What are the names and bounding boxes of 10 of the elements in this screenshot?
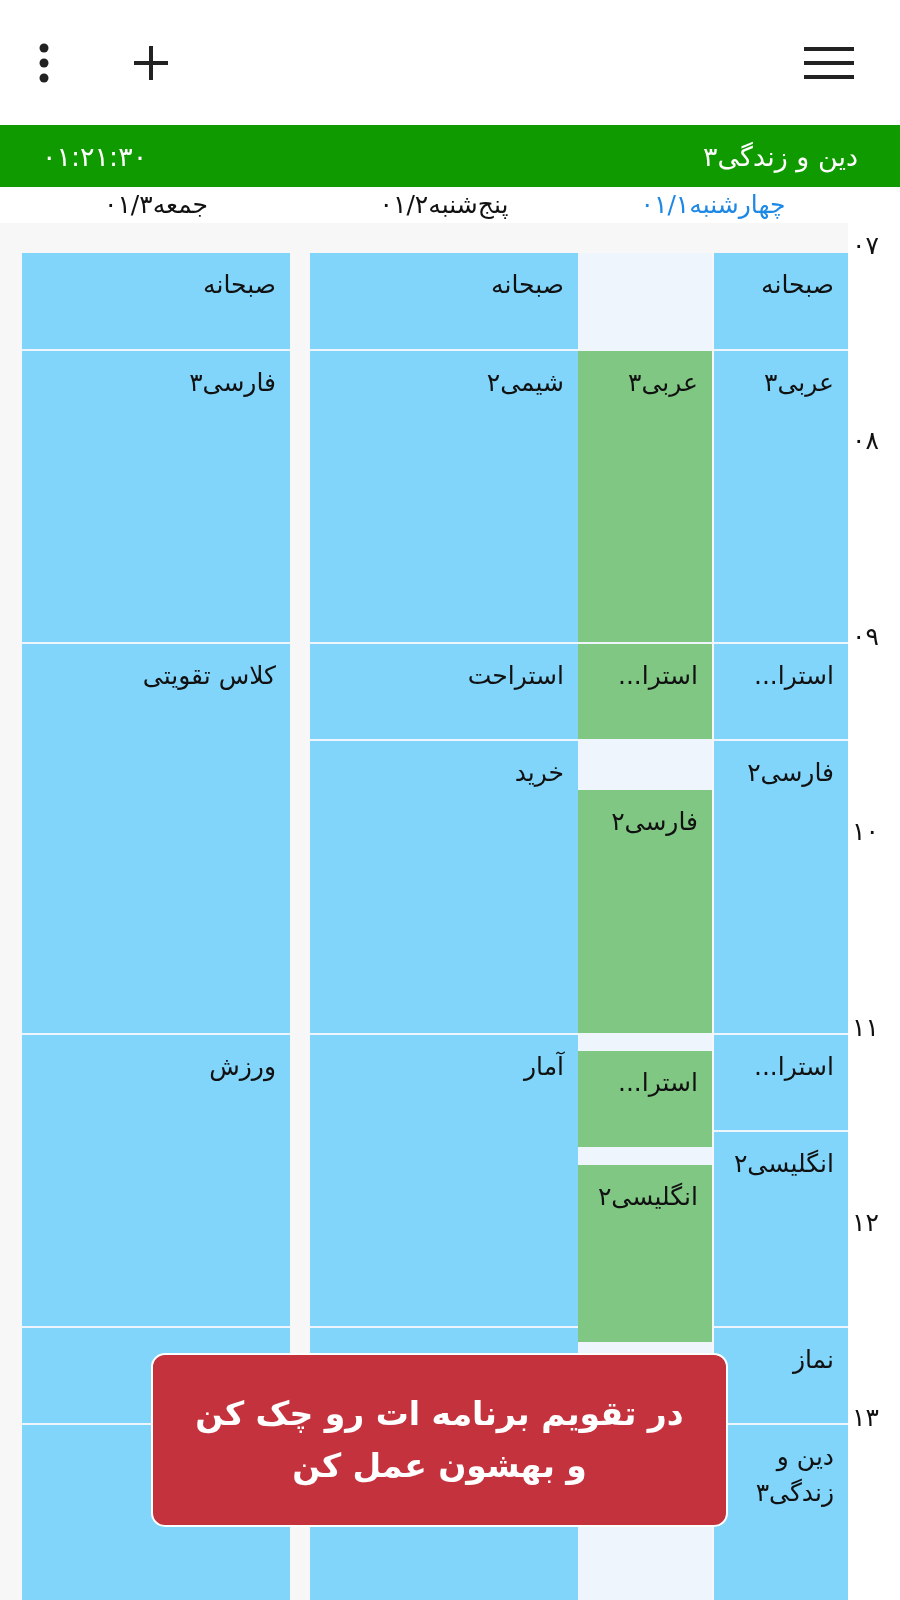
hour-label: ۱۱ [852,1012,879,1042]
hour-label: ۰۹ [852,621,879,651]
event-title: دین و زندگی۳ [703,140,858,172]
reminder-toast: در تقویم برنامه ات رو چک کن و بهشون عمل کن [151,1353,728,1527]
hour-label: ۰۷ [852,231,879,260]
timer: ۰۱:۲۱:۳۰ [42,140,148,172]
hour-label: ۰۸ [852,426,879,456]
hour-label: ۱۲ [852,1208,879,1237]
hour-label: ۱۰ [852,817,879,847]
hour-label: ۱۳ [852,1403,879,1433]
